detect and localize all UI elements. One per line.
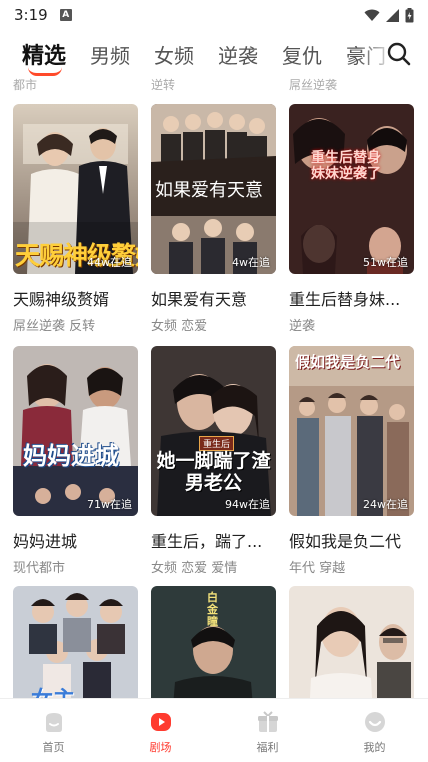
nav-home[interactable]: 首页 [0, 699, 107, 762]
poster-title-art: 白金瞳 [207, 591, 218, 628]
search-icon[interactable] [386, 41, 412, 67]
wifi-icon [364, 9, 380, 21]
home-icon [41, 709, 67, 735]
previous-tag: 都市 [13, 78, 38, 92]
drama-title[interactable]: 重生后替身妹... [289, 286, 417, 310]
theater-play-icon [148, 709, 174, 735]
poster-title-art: 如果爱有天意 [155, 180, 263, 201]
drama-title[interactable]: 假如我是负二代 [289, 528, 417, 552]
drama-poster[interactable]: 重生后 她一脚踹了渣男老公 94w在追 [151, 346, 276, 516]
drama-card[interactable]: 妈妈进城 71w在追 妈妈进城 现代都市 [13, 346, 138, 576]
poster-title-art: 妈妈进城 [23, 442, 119, 470]
watch-count: 94w在追 [225, 498, 270, 511]
poster-title-art: 重生后替身妹妹逆袭了 [311, 150, 381, 182]
drama-tags: 女频 恋爱 爱情 [151, 561, 238, 576]
drama-tags: 女频 恋爱 [151, 319, 208, 334]
status-time: 3:19 [14, 6, 48, 24]
signal-icon [386, 8, 399, 22]
bottom-nav: 首页 剧场 福利 我的 [0, 698, 428, 762]
drama-card[interactable]: 重生后 她一脚踹了渣男老公 94w在追 重生后，踹了... 女频 恋爱 爱情 [151, 346, 276, 576]
drama-tags: 屌丝逆袭 反转 [13, 319, 96, 334]
drama-card[interactable]: 天赐神级赘婿 44w在追 天赐神级赘婿 屌丝逆袭 反转 [13, 104, 138, 334]
drama-card[interactable]: 重生后替身妹妹逆袭了 51w在追 重生后替身妹... 逆袭 [289, 104, 414, 334]
drama-tags: 逆袭 [289, 319, 316, 334]
drama-poster[interactable]: 妈妈进城 71w在追 [13, 346, 138, 516]
nav-label: 首页 [42, 740, 65, 754]
watch-count: 71w在追 [87, 498, 132, 511]
watch-count: 51w在追 [363, 256, 408, 269]
nav-label: 我的 [363, 740, 386, 754]
drama-poster[interactable]: 重生后替身妹妹逆袭了 51w在追 [289, 104, 414, 274]
nav-label: 福利 [256, 740, 279, 754]
watch-count: 4w在追 [232, 256, 270, 269]
drama-poster[interactable]: 假如我是负二代 24w在追 [289, 346, 414, 516]
tab-revenge[interactable]: 复仇 [282, 40, 322, 69]
poster-tag: 重生后 [199, 436, 235, 451]
nav-profile[interactable]: 我的 [321, 699, 428, 762]
profile-icon [362, 709, 388, 735]
previous-tag: 屌丝逆袭 [289, 78, 338, 92]
nav-theater[interactable]: 剧场 [107, 699, 214, 762]
drama-poster[interactable]: 天赐神级赘婿 44w在追 [13, 104, 138, 274]
drama-poster[interactable]: 如果爱有天意 4w在追 [151, 104, 276, 274]
tab-selected[interactable]: 精选 [22, 38, 66, 76]
poster-title-art: 假如我是负二代 [295, 353, 401, 371]
drama-tags: 年代 穿越 [289, 561, 346, 576]
status-bar: 3:19 A [0, 0, 428, 30]
tab-comeback[interactable]: 逆袭 [218, 40, 258, 69]
drama-card[interactable]: 假如我是负二代 24w在追 假如我是负二代 年代 穿越 [289, 346, 414, 576]
notification-icon: A [59, 9, 72, 21]
gift-icon [255, 709, 281, 735]
drama-title[interactable]: 天赐神级赘婿 [13, 286, 141, 310]
previous-tag: 逆转 [151, 78, 176, 92]
battery-icon [405, 7, 414, 22]
tab-female-channel[interactable]: 女频 [154, 40, 194, 69]
previous-row-tags: 都市 逆转 屌丝逆袭 [0, 76, 428, 92]
nav-rewards[interactable]: 福利 [214, 699, 321, 762]
drama-tags: 现代都市 [13, 561, 66, 576]
watch-count: 24w在追 [363, 498, 408, 511]
tab-male-channel[interactable]: 男频 [90, 40, 130, 69]
drama-title[interactable]: 妈妈进城 [13, 528, 141, 552]
watch-count: 44w在追 [87, 256, 132, 269]
drama-card[interactable]: 如果爱有天意 4w在追 如果爱有天意 女频 恋爱 [151, 104, 276, 334]
drama-title[interactable]: 重生后，踹了... [151, 528, 279, 552]
poster-title-art: 她一脚踹了渣男老公 [156, 450, 271, 494]
drama-title[interactable]: 如果爱有天意 [151, 286, 279, 310]
nav-label: 剧场 [149, 740, 172, 754]
